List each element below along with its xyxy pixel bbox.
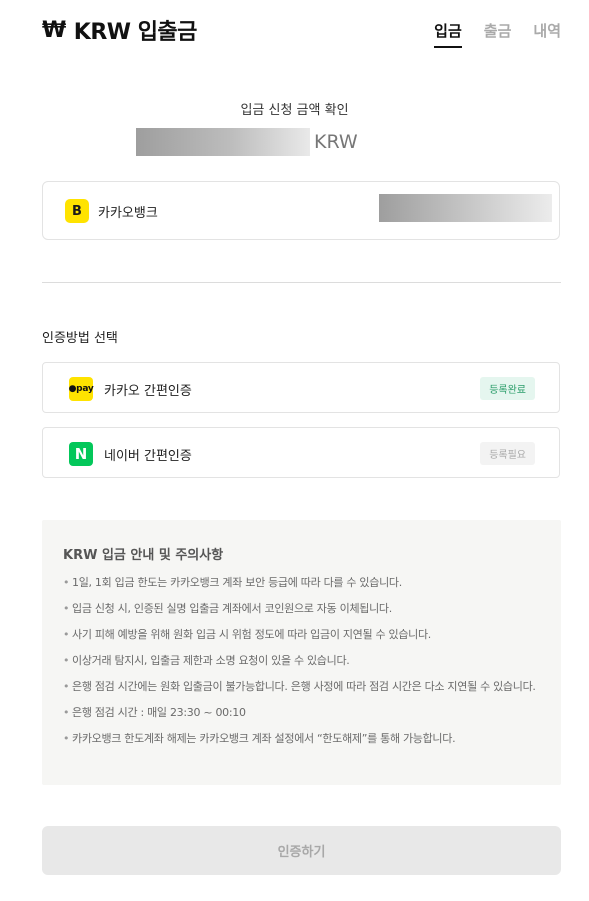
deposit-amount-label: 입금 신청 금액 확인 bbox=[240, 103, 349, 118]
tab-deposit[interactable]: 입금 bbox=[434, 20, 462, 48]
notice-item: • 카카오뱅크 한도계좌 해제는 카카오뱅크 계좌 설정에서 “한도해제”를 통해… bbox=[63, 730, 541, 747]
deposit-amount: KRW bbox=[136, 127, 358, 157]
bullet-icon: • bbox=[63, 602, 70, 615]
tab-withdraw[interactable]: 출금 bbox=[484, 20, 512, 45]
kakaobank-logo-icon: B bbox=[65, 199, 89, 223]
tab-history[interactable]: 내역 bbox=[533, 20, 561, 45]
page-title-text: KRW 입출금 bbox=[73, 20, 198, 45]
bullet-icon: • bbox=[63, 706, 70, 719]
bullet-icon: • bbox=[63, 654, 70, 667]
notice-text: 1일, 1회 입금 한도는 카카오뱅크 계좌 보안 등급에 따라 다를 수 있습… bbox=[72, 576, 402, 589]
auth-option-label: 카카오 간편인증 bbox=[104, 384, 192, 399]
notice-box: KRW 입금 안내 및 주의사항 • 1일, 1회 입금 한도는 카카오뱅크 계좌… bbox=[42, 520, 561, 785]
kakaopay-logo-icon: ●pay bbox=[69, 377, 94, 401]
notice-text: 이상거래 탐지시, 입출금 제한과 소명 요청이 있을 수 있습니다. bbox=[72, 654, 350, 667]
amount-redacted bbox=[136, 128, 310, 156]
notice-item: • 입금 신청 시, 인증된 실명 입출금 계좌에서 코인원으로 자동 이체됩니다… bbox=[63, 600, 541, 617]
bullet-icon: • bbox=[63, 732, 70, 745]
won-currency-icon: ₩ bbox=[42, 17, 66, 43]
bank-name: 카카오뱅크 bbox=[98, 206, 158, 221]
auth-option-kakao[interactable]: ●pay 카카오 간편인증 등록완료 bbox=[42, 362, 560, 413]
notice-text: 사기 피해 예방을 위해 원화 입금 시 위험 정도에 따라 입금이 지연될 수… bbox=[72, 628, 431, 641]
notice-text: 은행 점검 시간에는 원화 입출금이 불가능합니다. 은행 사정에 따라 점검 … bbox=[72, 680, 536, 693]
notice-item: • 1일, 1회 입금 한도는 카카오뱅크 계좌 보안 등급에 따라 다를 수 있… bbox=[63, 574, 541, 591]
notice-item: • 은행 점검 시간 : 매일 23:30 ~ 00:10 bbox=[63, 704, 541, 721]
naver-logo-icon: N bbox=[69, 442, 93, 466]
status-badge-required: 등록필요 bbox=[480, 442, 535, 465]
bank-account-card: B 카카오뱅크 bbox=[42, 181, 560, 240]
notice-text: 카카오뱅크 한도계좌 해제는 카카오뱅크 계좌 설정에서 “한도해제”를 통해 … bbox=[72, 732, 456, 745]
account-number-redacted bbox=[379, 194, 552, 222]
notice-text: 은행 점검 시간 : 매일 23:30 ~ 00:10 bbox=[72, 706, 246, 719]
notice-list: • 1일, 1회 입금 한도는 카카오뱅크 계좌 보안 등급에 따라 다를 수 있… bbox=[63, 574, 541, 756]
bullet-icon: • bbox=[63, 576, 70, 589]
amount-unit: KRW bbox=[314, 131, 358, 153]
auth-method-heading: 인증방법 선택 bbox=[42, 331, 118, 346]
notice-text: 입금 신청 시, 인증된 실명 입출금 계좌에서 코인원으로 자동 이체됩니다. bbox=[72, 602, 392, 615]
status-badge-registered: 등록완료 bbox=[480, 377, 535, 400]
notice-item: • 은행 점검 시간에는 원화 입출금이 불가능합니다. 은행 사정에 따라 점검… bbox=[63, 678, 541, 695]
page-title: ₩ KRW 입출금 bbox=[42, 14, 197, 46]
page-header: ₩ KRW 입출금 입금 출금 내역 bbox=[0, 0, 589, 60]
verify-button[interactable]: 인증하기 bbox=[42, 826, 561, 875]
notice-item: • 이상거래 탐지시, 입출금 제한과 소명 요청이 있을 수 있습니다. bbox=[63, 652, 541, 669]
tab-bar: 입금 출금 내역 bbox=[434, 20, 561, 48]
section-divider bbox=[42, 282, 561, 283]
bullet-icon: • bbox=[63, 628, 70, 641]
notice-item: • 사기 피해 예방을 위해 원화 입금 시 위험 정도에 따라 입금이 지연될 … bbox=[63, 626, 541, 643]
notice-title: KRW 입금 안내 및 주의사항 bbox=[63, 548, 224, 563]
auth-option-label: 네이버 간편인증 bbox=[104, 449, 192, 464]
bullet-icon: • bbox=[63, 680, 70, 693]
auth-option-naver[interactable]: N 네이버 간편인증 등록필요 bbox=[42, 427, 560, 478]
